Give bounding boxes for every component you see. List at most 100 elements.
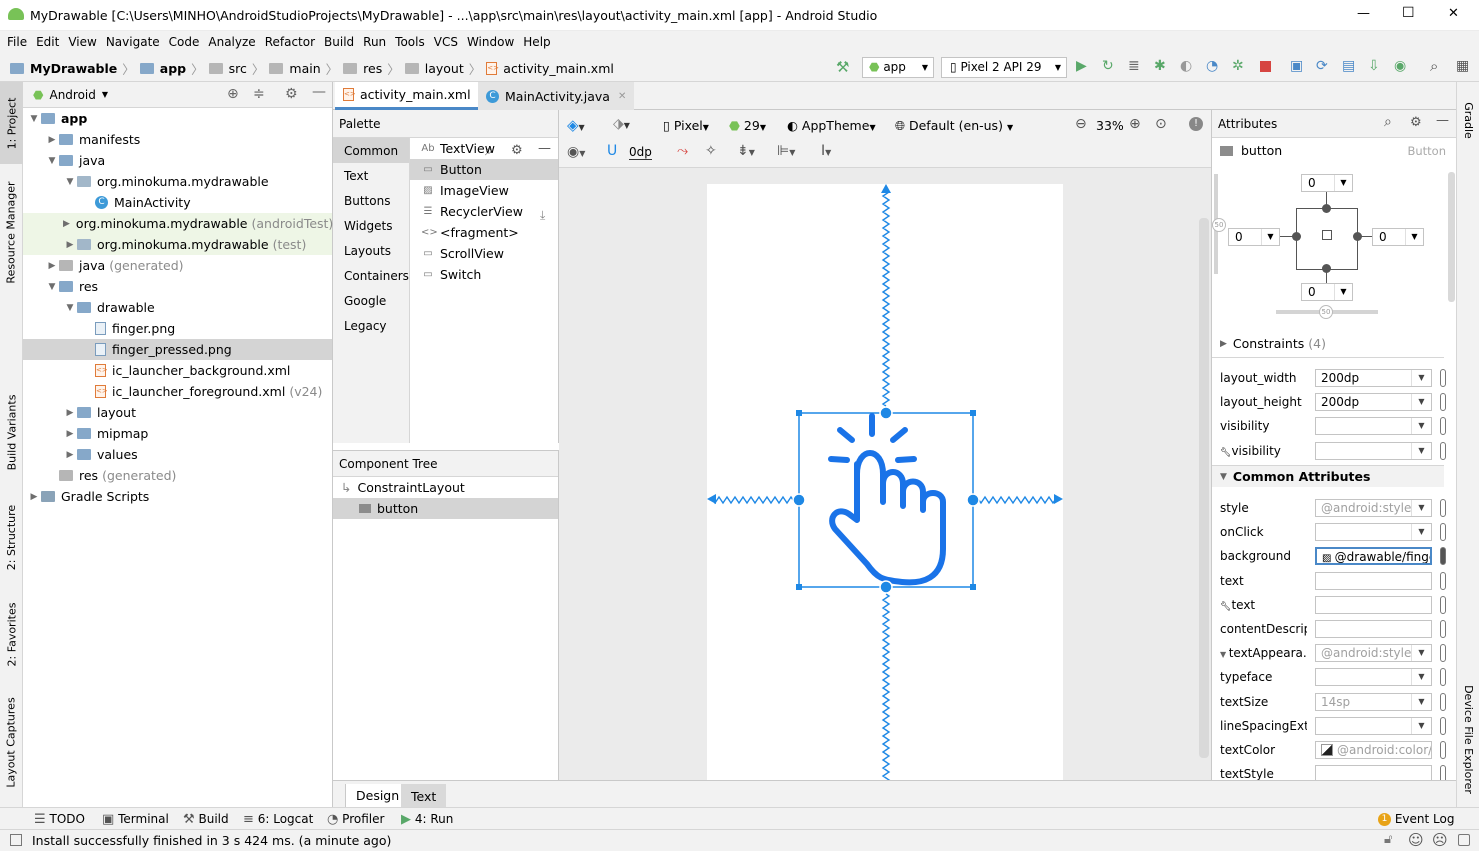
tab-text[interactable]: Text: [401, 784, 447, 808]
attribute-value-field[interactable]: @android:color/te: [1315, 741, 1432, 759]
menu-build[interactable]: Build: [324, 35, 354, 49]
pack-icon[interactable]: I▼: [821, 143, 831, 159]
breadcrumb-layout[interactable]: layout: [425, 61, 464, 76]
project-tree-node[interactable]: ▼ org.minokuma.mydrawable: [23, 171, 332, 192]
zoom-out-icon[interactable]: ⊖: [1075, 116, 1087, 132]
project-tree-node[interactable]: finger.png: [23, 318, 332, 339]
menu-run[interactable]: Run: [363, 35, 386, 49]
chevron-down-icon[interactable]: ▼: [1411, 669, 1431, 686]
chevron-down-icon[interactable]: ▼: [1411, 394, 1431, 411]
resource-picker-button[interactable]: [1440, 716, 1446, 735]
clear-constraints-icon[interactable]: ⤳: [677, 143, 688, 159]
menu-code[interactable]: Code: [169, 35, 200, 49]
project-tree-node[interactable]: ▼ drawable: [23, 297, 332, 318]
gear-icon[interactable]: ⚙: [1410, 115, 1422, 130]
palette-category-buttons[interactable]: Buttons: [333, 188, 409, 213]
attribute-value-field[interactable]: 200dp ▼: [1315, 393, 1432, 412]
tool-window-toggle-icon[interactable]: [10, 834, 22, 846]
chevron-right-icon[interactable]: ▶: [63, 450, 77, 460]
project-tree-node[interactable]: <> ic_launcher_foreground.xml (v24): [23, 381, 332, 402]
chevron-down-icon[interactable]: ▼: [45, 156, 59, 166]
logcat-button[interactable]: ≡ 6: Logcat: [243, 808, 313, 830]
zoom-in-icon[interactable]: ⊕: [1129, 116, 1141, 132]
menu-edit[interactable]: Edit: [36, 35, 59, 49]
infer-constraints-icon[interactable]: ✧: [705, 143, 717, 159]
chevron-down-icon[interactable]: ▼: [1411, 418, 1431, 435]
menu-navigate[interactable]: Navigate: [106, 35, 160, 49]
component-tree-root[interactable]: ↳ ConstraintLayout: [333, 477, 558, 498]
run-icon[interactable]: ▶: [1076, 58, 1087, 74]
project-tree-node[interactable]: C MainActivity: [23, 192, 332, 213]
search-icon[interactable]: ⌕: [1430, 57, 1438, 75]
design-canvas[interactable]: [559, 168, 1211, 783]
chevron-down-icon[interactable]: ▼: [45, 282, 59, 292]
project-tree-node[interactable]: ▶ values: [23, 444, 332, 465]
palette-category-text[interactable]: Text: [333, 163, 409, 188]
zoom-fit-icon[interactable]: ⊙: [1155, 116, 1167, 132]
resource-picker-button[interactable]: [1440, 523, 1446, 542]
close-button[interactable]: ✕: [1448, 6, 1459, 21]
tab-favorites[interactable]: 2: Favorites: [0, 592, 23, 677]
project-structure-icon[interactable]: ▣: [1290, 58, 1303, 74]
theme-menu[interactable]: ◐ AppTheme▼: [787, 118, 876, 133]
chevron-right-icon[interactable]: ▶: [45, 135, 59, 145]
smiley-icon[interactable]: ☺: [1408, 831, 1424, 849]
build-button[interactable]: ⚒ Build: [183, 808, 229, 830]
sdk-manager-icon[interactable]: ⇩: [1368, 58, 1380, 74]
component-tree-button[interactable]: button: [333, 498, 558, 519]
project-tree-node[interactable]: ▶ manifests: [23, 129, 332, 150]
resource-picker-button[interactable]: [1440, 369, 1446, 387]
attribute-value-field[interactable]: [1315, 620, 1432, 638]
palette-category-layouts[interactable]: Layouts: [333, 238, 409, 263]
close-tab-icon[interactable]: ✕: [618, 91, 626, 102]
chevron-down-icon[interactable]: ▼: [102, 90, 108, 99]
align-icon[interactable]: ⊫▼: [777, 143, 795, 159]
event-log-button[interactable]: 1 Event Log: [1378, 808, 1454, 830]
tab-device-file-explorer[interactable]: Device File Explorer: [1457, 677, 1479, 802]
attribute-value-field[interactable]: @android:style ▼: [1315, 499, 1432, 517]
menu-refactor[interactable]: Refactor: [265, 35, 315, 49]
chevron-down-icon[interactable]: ▼: [63, 177, 77, 187]
resource-picker-button[interactable]: [1440, 741, 1446, 759]
chevron-down-icon[interactable]: ▼: [27, 114, 41, 124]
breadcrumb-res[interactable]: res: [363, 61, 382, 76]
attribute-value-field[interactable]: [1315, 595, 1432, 614]
warning-icon[interactable]: !: [1189, 117, 1203, 131]
margin-bottom-field[interactable]: 0 ▼: [1301, 283, 1353, 301]
chevron-down-icon[interactable]: ▼: [63, 303, 77, 313]
component-id[interactable]: button: [1241, 143, 1282, 158]
layout-inspector-icon[interactable]: ◉: [1394, 58, 1406, 74]
constraints-section[interactable]: ▶ Constraints (4): [1220, 336, 1326, 351]
tab-gradle[interactable]: Gradle: [1457, 90, 1479, 150]
collapse-all-icon[interactable]: ≑: [253, 86, 265, 102]
tab-structure[interactable]: 2: Structure: [0, 497, 23, 577]
tab-layout-captures[interactable]: Layout Captures: [0, 690, 23, 795]
menu-file[interactable]: File: [7, 35, 27, 49]
resource-picker-button[interactable]: [1440, 417, 1446, 436]
attribute-value-field[interactable]: ▼: [1315, 417, 1432, 436]
minimize-button[interactable]: —: [1357, 6, 1370, 21]
device-select[interactable]: ▯ Pixel 2 API 29 ▼: [941, 57, 1067, 78]
palette-category-common[interactable]: Common: [333, 138, 409, 163]
apply-changes-icon[interactable]: ↻: [1102, 58, 1114, 74]
palette-item[interactable]: ▭ ScrollView: [410, 243, 558, 264]
canvas-scrollbar[interactable]: [1199, 218, 1209, 758]
project-view-mode[interactable]: Android: [49, 88, 95, 102]
hide-icon[interactable]: —: [1436, 113, 1449, 128]
frown-icon[interactable]: ☹: [1432, 831, 1448, 849]
tab-build-variants[interactable]: Build Variants: [0, 387, 23, 477]
project-tree-node[interactable]: ▶ org.minokuma.mydrawable (androidTest): [23, 213, 333, 234]
project-tree-node[interactable]: finger_pressed.png: [23, 339, 332, 360]
horizontal-bias-handle[interactable]: 50: [1319, 305, 1333, 319]
eye-icon[interactable]: ◉▼: [567, 144, 585, 160]
menu-tools[interactable]: Tools: [395, 35, 425, 49]
resource-picker-button[interactable]: [1440, 441, 1446, 460]
notifications-icon[interactable]: [1458, 834, 1470, 846]
attribute-value-field[interactable]: [1315, 571, 1432, 590]
resource-picker-button[interactable]: [1440, 644, 1446, 663]
coverage-icon[interactable]: ◐: [1180, 58, 1192, 74]
debug-icon[interactable]: ✱: [1154, 58, 1166, 74]
attribute-value-field[interactable]: ▼: [1315, 523, 1432, 542]
palette-category-containers[interactable]: Containers: [333, 263, 409, 288]
palette-item[interactable]: ▭ Switch: [410, 264, 558, 285]
